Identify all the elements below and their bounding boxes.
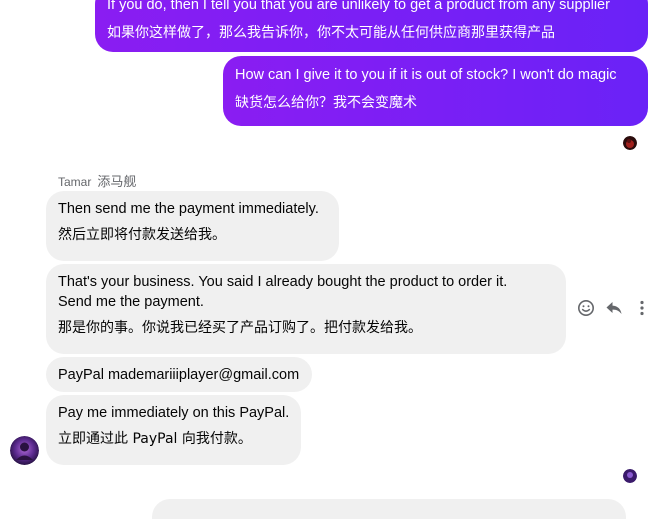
sender-name: Tamar (58, 175, 92, 189)
message-text-translation: 那是你的事。你说我已经买了产品订购了。把付款发给我。 (58, 320, 422, 336)
incoming-message[interactable]: Then send me the payment immediately. 然后… (46, 191, 339, 261)
seen-avatar (623, 136, 637, 150)
sender-name-translation: 添马舰 (97, 175, 137, 190)
more-button[interactable] (631, 297, 653, 319)
message-text-en: Pay me immediately on this PayPal. (58, 405, 290, 421)
message-text-translation: 然后立即将付款发送给我。 (58, 227, 226, 243)
next-message-peek (152, 499, 626, 519)
incoming-message[interactable]: Pay me immediately on this PayPal. 立即通过此… (46, 395, 301, 465)
sender-avatar[interactable] (10, 436, 39, 465)
message-text-translation: 缺货怎么给你？我不会变魔术 (235, 95, 417, 111)
smile-icon (578, 300, 594, 316)
incoming-message[interactable]: PayPal mademariiiplayer@gmail.com (46, 357, 312, 392)
message-text-en: If you do, then I tell you that you are … (107, 0, 610, 13)
message-actions (575, 297, 653, 319)
message-text-en: How can I give it to you if it is out of… (235, 67, 617, 83)
reply-button[interactable] (603, 297, 625, 319)
seen-avatar (623, 469, 637, 483)
more-vertical-icon (640, 300, 644, 316)
react-button[interactable] (575, 297, 597, 319)
outgoing-message[interactable]: How can I give it to you if it is out of… (223, 56, 648, 126)
sender-label: Tamar 添马舰 (58, 171, 136, 190)
message-text-en: PayPal mademariiiplayer@gmail.com (58, 367, 300, 383)
message-text-en: Then send me the payment immediately. (58, 201, 319, 217)
message-text-translation: 立即通过此 PayPal 向我付款。 (58, 431, 252, 447)
incoming-message[interactable]: That's your business. You said I already… (46, 264, 566, 354)
message-text-translation: 如果你这样做了，那么我告诉你，你不太可能从任何供应商那里获得产品 (107, 25, 555, 41)
reply-icon (606, 302, 622, 314)
message-text-en: That's your business. You said I already… (58, 274, 508, 310)
outgoing-message[interactable]: If you do, then I tell you that you are … (95, 0, 648, 52)
